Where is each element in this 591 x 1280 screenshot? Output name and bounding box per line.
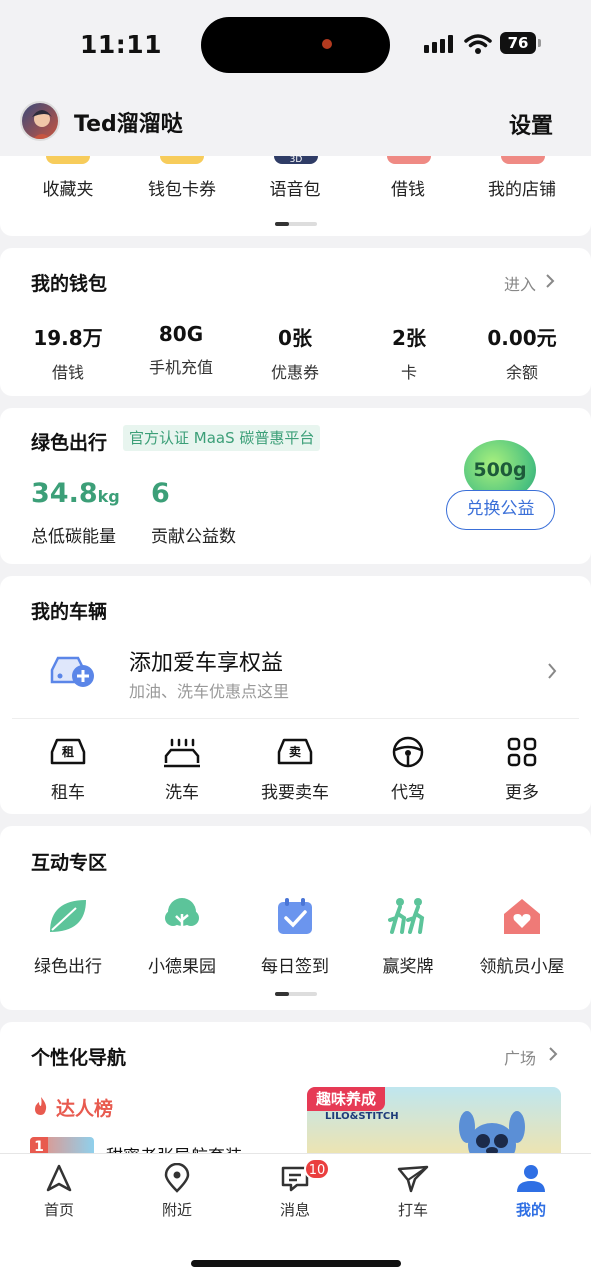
add-car-subtitle: 加油、洗车优惠点这里 [129,682,290,701]
ranking-title[interactable]: 达人榜 [56,1094,113,1121]
divider [12,718,579,719]
wallet-loan[interactable]: 19.8万 借钱 [9,322,127,383]
green-travel-button[interactable]: 绿色出行 [13,896,123,977]
chevron-right-icon[interactable] [547,662,557,680]
win-medal-button[interactable]: 赢奖牌 [353,896,463,977]
sell-car-icon: 卖 [277,738,313,765]
page-indicator [275,992,317,996]
steering-wheel-icon [392,736,424,768]
more-services-button[interactable]: 更多 [467,736,577,803]
shortcut-voice-pack[interactable]: 语音包 [240,175,350,200]
car-wash-button[interactable]: 洗车 [127,736,237,803]
add-car-title[interactable]: 添加爱车享权益 [129,645,283,677]
orchard-button[interactable]: 小德果园 [127,896,237,977]
message-count-badge: 10 [304,1158,330,1180]
battery-indicator: 76 [500,32,536,54]
green-title: 绿色出行 [31,432,108,454]
tab-taxi[interactable]: 打车 [354,1163,472,1220]
status-time: 11:11 [80,30,163,59]
chevron-right-icon[interactable] [548,1046,558,1062]
signal-icon [424,35,453,53]
house-heart-icon [504,899,540,934]
tab-messages[interactable]: 消息 [236,1163,354,1220]
calendar-check-icon [278,898,312,934]
maas-badge: 官方认证 MaaS 碳普惠平台 [123,425,321,451]
tab-nearby[interactable]: 附近 [118,1163,236,1220]
svg-text:卖: 卖 [289,744,301,759]
exchange-welfare-button[interactable]: 兑换公益 [446,490,555,530]
rent-car-button[interactable]: 租 租车 [13,736,123,803]
wallet-enter-link[interactable]: 进入 [504,271,536,295]
sell-car-button[interactable]: 卖 我要卖车 [240,736,350,803]
tab-home[interactable]: 首页 [0,1163,118,1220]
tab-mine[interactable]: 我的 [472,1163,590,1220]
shop-icon [501,156,545,164]
daily-checkin-button[interactable]: 每日签到 [240,896,350,977]
settings-button[interactable]: 设置 [509,108,553,140]
vehicle-title: 我的车辆 [31,601,108,623]
shortcut-loan[interactable]: 借钱 [353,175,463,200]
battery-cap [538,39,541,47]
taxi-flag-icon [397,1165,429,1193]
leaf-icon [50,900,86,932]
add-car-icon[interactable] [46,650,96,690]
wallet-title: 我的钱包 [31,273,108,295]
wallet-coupons[interactable]: 0张 优惠券 [236,322,354,383]
loan-icon [387,156,431,164]
navigation-arrow-icon [46,1164,72,1192]
avatar[interactable] [20,101,60,141]
dynamic-island [201,17,390,73]
voice-pack-icon: 3D [274,156,318,165]
user-icon [517,1165,545,1192]
plaza-link[interactable]: 广场 [504,1045,536,1069]
nav-title: 个性化导航 [31,1047,127,1069]
favorites-icon [46,156,90,164]
wifi-icon [464,34,492,54]
wallet-cards[interactable]: 2张卡 [350,322,468,383]
promo-brand: LILO&STITCH [325,1111,399,1122]
promo-tag: 趣味养成 [307,1087,386,1111]
tree-icon [165,898,199,934]
navigator-house-button[interactable]: 领航员小屋 [467,896,577,977]
status-bar: 11:11 76 [0,0,591,92]
welfare-count-label: 贡献公益数 [151,527,236,547]
welfare-count-value[interactable]: 6 [151,478,170,509]
wallet-card-icon [160,156,204,164]
car-wash-icon [164,738,200,768]
rent-car-icon: 租 [50,738,86,765]
username[interactable]: Ted溜溜哒 [74,106,183,138]
grid-icon [507,737,537,767]
shortcut-my-shop[interactable]: 我的店铺 [467,175,577,200]
wallet-phone-topup[interactable]: 80G 手机充值 [122,322,240,378]
camera-indicator [322,39,332,49]
wallet-balance[interactable]: 0.00元 余额 [463,322,581,383]
location-pin-icon [164,1163,190,1193]
runner-icon [388,898,425,934]
shortcut-favorites[interactable]: 收藏夹 [13,175,123,200]
fire-icon [35,1097,47,1115]
carbon-energy-label: 总低碳能量 [31,527,116,547]
carbon-energy-value[interactable]: 34.8kg [31,478,120,509]
designated-driver-button[interactable]: 代驾 [353,736,463,803]
svg-text:租: 租 [62,745,74,759]
home-indicator [191,1260,401,1267]
shortcut-wallet-cards[interactable]: 钱包卡券 [127,175,237,200]
chevron-right-icon[interactable] [545,273,555,289]
page-indicator [275,222,317,226]
interact-title: 互动专区 [31,852,108,874]
